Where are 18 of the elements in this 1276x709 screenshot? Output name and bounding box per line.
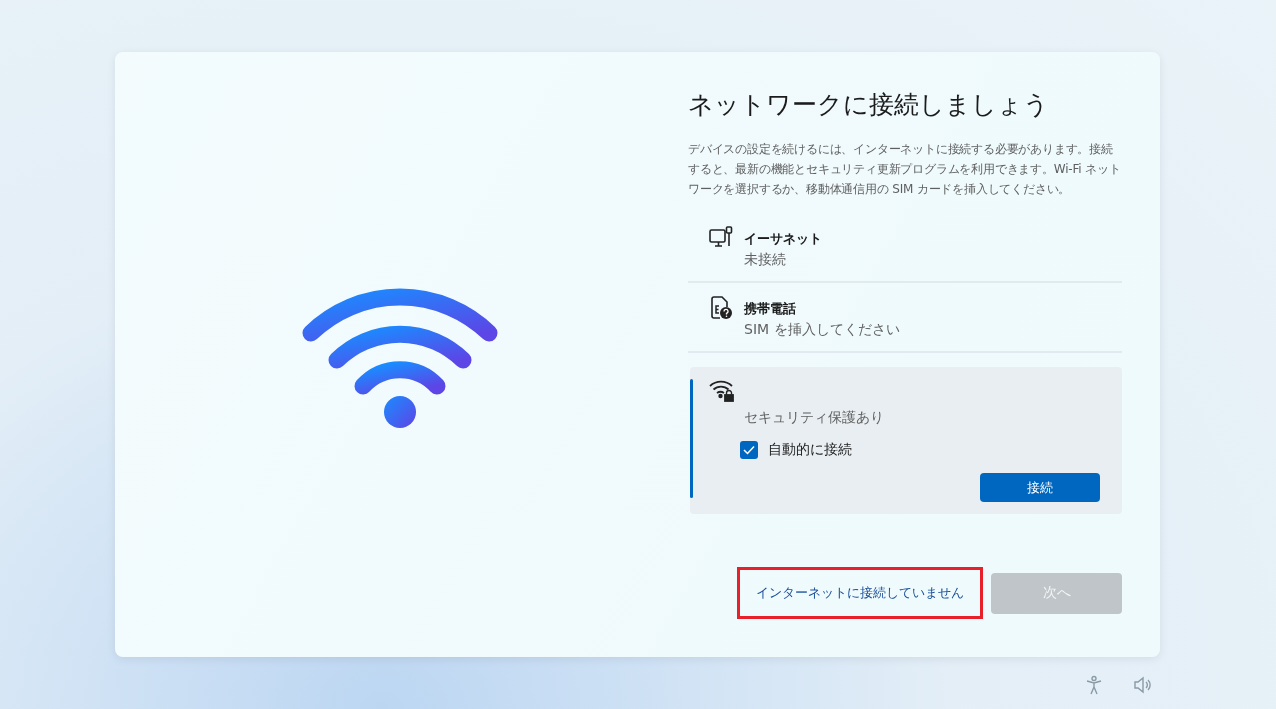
checkbox[interactable] <box>740 441 758 459</box>
network-item-selected[interactable]: セキュリティ保護あり 自動的に接続 接続 <box>690 367 1122 514</box>
network-item[interactable]: イーサネット 未接続 <box>688 213 1122 281</box>
network-status: 未接続 <box>744 251 787 269</box>
accessibility-icon[interactable] <box>1084 675 1104 695</box>
description-text: デバイスの設定を続けるには、インターネットに接続する必要があります。接続すると、最新の機能とセキュリティ更新プログラムを利用できます。Wi-Fi ネットワークを選択するか、移動体通信用の SIM カードを挿入してください。 <box>688 141 1122 198</box>
sim-card-icon <box>708 295 734 321</box>
network-item[interactable]: 携帯電話 SIM を挿入してください <box>688 283 1122 351</box>
skip-link[interactable]: インターネットに接続していません <box>737 567 983 619</box>
network-name: イーサネット <box>744 230 822 248</box>
checkbox-label: 自動的に接続 <box>768 441 852 459</box>
network-status: SIM を挿入してください <box>744 321 900 339</box>
speaker-icon[interactable] <box>1132 675 1152 695</box>
network-name: 携帯電話 <box>744 300 797 318</box>
network-status: セキュリティ保護あり <box>744 409 885 427</box>
page-heading: ネットワークに接続しましょう <box>688 89 1050 121</box>
connect-button[interactable]: 接続 <box>980 473 1100 502</box>
checkmark-icon <box>743 445 755 455</box>
